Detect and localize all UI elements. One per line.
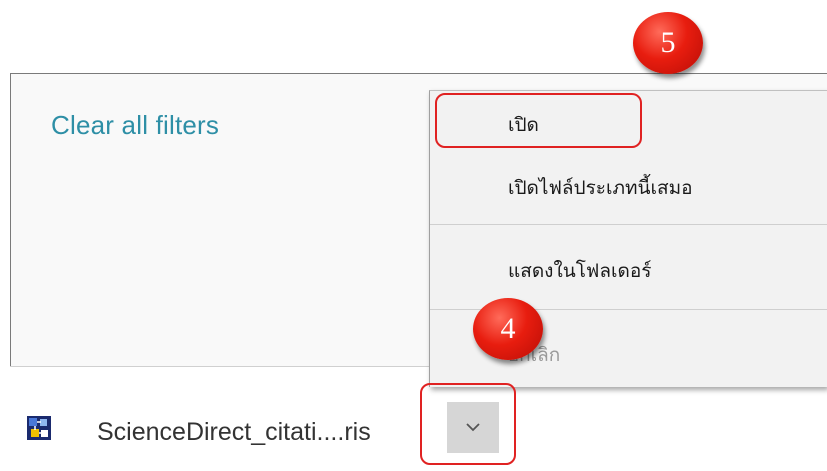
highlight-open-item — [435, 93, 642, 148]
menu-item-show-in-folder[interactable]: แสดงในโฟลเดอร์ — [430, 249, 827, 293]
download-file-name[interactable]: ScienceDirect_citati....ris — [97, 418, 371, 447]
clear-all-filters-link[interactable]: Clear all filters — [51, 110, 219, 141]
menu-item-label: เปิดไฟล์ประเภทนี้เสมอ — [508, 178, 693, 199]
menu-item-label: แสดงในโฟลเดอร์ — [508, 261, 652, 282]
step-badge-4: 4 — [473, 298, 543, 360]
menu-item-always-open[interactable]: เปิดไฟล์ประเภทนี้เสมอ — [430, 166, 827, 210]
menu-separator — [430, 224, 827, 225]
ris-file-icon[interactable] — [27, 416, 51, 440]
step-badge-5: 5 — [633, 12, 703, 74]
highlight-options-button — [420, 383, 516, 465]
